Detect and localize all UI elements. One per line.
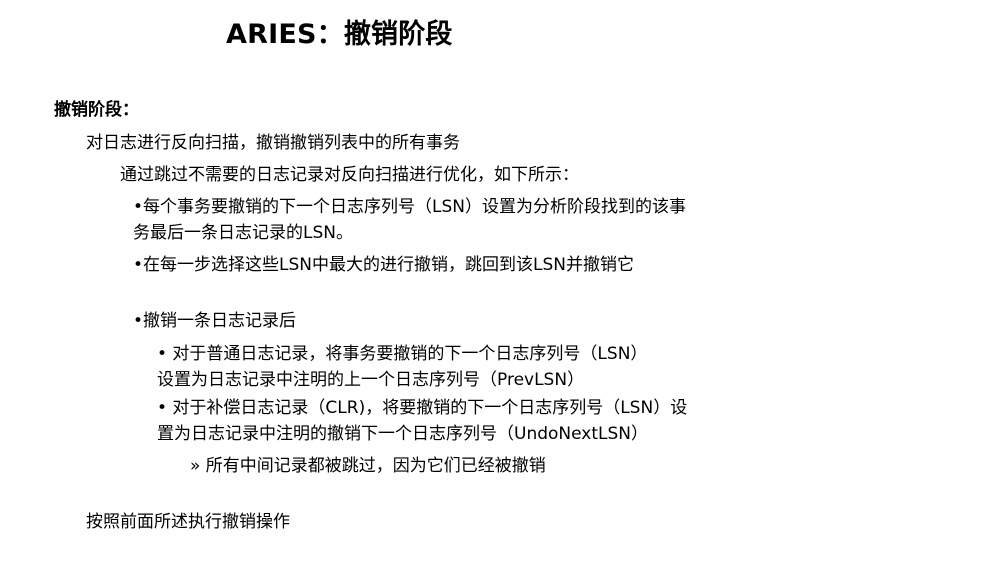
bullet-level2-optimization: 通过跳过不需要的日志记录对反向扫描进行优化，如下所示： <box>120 165 579 185</box>
bullet-level1-backward-scan: 对日志进行反向扫描，撤销撤销列表中的所有事务 <box>86 133 460 153</box>
bullet-level4-clr-line1: • 对于补偿日志记录（CLR)，将要撤销的下一个日志序列号（LSN）设 <box>157 398 688 418</box>
bullet-level4-normal-record-line1: • 对于普通日志记录，将事务要撤销的下一个日志序列号（LSN） <box>157 344 648 364</box>
bullet-level4-normal-record-line2: 设置为日志记录中注明的上一个日志序列号（PrevLSN） <box>157 370 585 390</box>
section-heading: 撤销阶段： <box>54 100 139 120</box>
bullet-level4-clr-line2: 置为日志记录中注明的撤销下一个日志序列号（UndoNextLSN） <box>157 424 648 444</box>
bullet-level1-perform-undo: 按照前面所述执行撤销操作 <box>86 512 290 532</box>
bullet-level3-next-lsn-line1: •每个事务要撤销的下一个日志序列号（LSN）设置为分析阶段找到的该事 <box>133 197 687 217</box>
bullet-level3-pick-largest-lsn: •在每一步选择这些LSN中最大的进行撤销，跳回到该LSN并撤销它 <box>133 255 634 275</box>
slide-title: ARIES：撤销阶段 <box>226 19 453 50</box>
bullet-level3-after-undo: •撤销一条日志记录后 <box>133 311 297 331</box>
bullet-level3-next-lsn-line2: 务最后一条日志记录的LSN。 <box>133 223 353 243</box>
slide: ARIES：撤销阶段 撤销阶段： 对日志进行反向扫描，撤销撤销列表中的所有事务 … <box>0 0 1006 566</box>
bullet-level5-skipped-records: » 所有中间记录都被跳过，因为它们已经被撤销 <box>190 456 546 476</box>
